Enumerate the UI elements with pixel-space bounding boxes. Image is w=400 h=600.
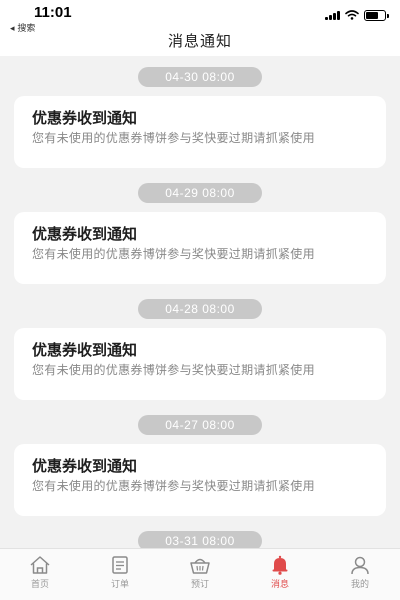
user-icon <box>351 556 369 575</box>
notification-card[interactable]: 优惠券收到通知 您有未使用的优惠券博饼参与奖快要过期请抓紧使用 <box>14 212 386 284</box>
tab-label: 预订 <box>190 580 209 590</box>
tab-profile[interactable]: 我的 <box>320 549 400 600</box>
battery-icon <box>364 9 389 21</box>
page-title: 消息通知 <box>167 32 232 50</box>
tab-label: 消息 <box>270 580 289 590</box>
tab-messages[interactable]: 消息 <box>240 549 320 600</box>
back-to-app-link[interactable]: ◂ 搜索 <box>10 21 35 34</box>
notification-timestamp: 04-30 08:00 <box>138 67 262 87</box>
notification-card[interactable]: 优惠券收到通知 您有未使用的优惠券博饼参与奖快要过期请抓紧使用 <box>14 444 386 516</box>
bell-icon <box>272 555 288 575</box>
tab-label: 订单 <box>110 580 129 590</box>
notification-item: 04-30 08:00 优惠券收到通知 您有未使用的优惠券博饼参与奖快要过期请抓… <box>0 66 400 168</box>
notification-timestamp: 04-28 08:00 <box>138 299 262 319</box>
notification-title: 优惠券收到通知 <box>32 457 138 475</box>
tab-label: 我的 <box>350 580 369 590</box>
status-bar: 11:01 ◂ 搜索 <box>0 0 400 34</box>
notification-timestamp: 04-27 08:00 <box>138 415 262 435</box>
notification-body: 您有未使用的优惠券博饼参与奖快要过期请抓紧使用 <box>32 247 315 261</box>
nav-bar: 消息通知 <box>0 34 400 56</box>
status-time: 11:01 <box>34 4 72 21</box>
notification-item: 04-28 08:00 优惠券收到通知 您有未使用的优惠券博饼参与奖快要过期请抓… <box>0 298 400 400</box>
notification-item: 04-29 08:00 优惠券收到通知 您有未使用的优惠券博饼参与奖快要过期请抓… <box>0 182 400 284</box>
tab-reserve[interactable]: 预订 <box>160 549 240 600</box>
notification-timestamp: 04-29 08:00 <box>138 183 262 203</box>
wifi-icon <box>345 10 359 20</box>
notification-card[interactable]: 优惠券收到通知 您有未使用的优惠券博饼参与奖快要过期请抓紧使用 <box>14 96 386 168</box>
notification-title: 优惠券收到通知 <box>32 341 138 359</box>
notification-body: 您有未使用的优惠券博饼参与奖快要过期请抓紧使用 <box>32 363 315 377</box>
notification-item: 04-27 08:00 优惠券收到通知 您有未使用的优惠券博饼参与奖快要过期请抓… <box>0 414 400 516</box>
notification-card[interactable]: 优惠券收到通知 您有未使用的优惠券博饼参与奖快要过期请抓紧使用 <box>14 328 386 400</box>
notification-body: 您有未使用的优惠券博饼参与奖快要过期请抓紧使用 <box>32 479 315 493</box>
notification-list[interactable]: 04-30 08:00 优惠券收到通知 您有未使用的优惠券博饼参与奖快要过期请抓… <box>0 56 400 548</box>
notification-title: 优惠券收到通知 <box>32 225 138 243</box>
notification-timestamp: 03-31 08:00 <box>138 531 262 548</box>
notification-item: 03-31 08:00 <box>0 530 400 548</box>
basket-icon <box>190 558 210 574</box>
status-icons <box>325 9 389 21</box>
tab-home[interactable]: 首页 <box>0 549 80 600</box>
tab-label: 首页 <box>30 580 49 590</box>
tab-bar: 首页 订单 预订 消息 我的 <box>0 548 400 600</box>
notification-title: 优惠券收到通知 <box>32 109 138 127</box>
signal-icon <box>325 10 340 20</box>
home-icon <box>30 556 50 574</box>
order-icon <box>112 556 128 574</box>
notification-body: 您有未使用的优惠券博饼参与奖快要过期请抓紧使用 <box>32 131 315 145</box>
tab-orders[interactable]: 订单 <box>80 549 160 600</box>
